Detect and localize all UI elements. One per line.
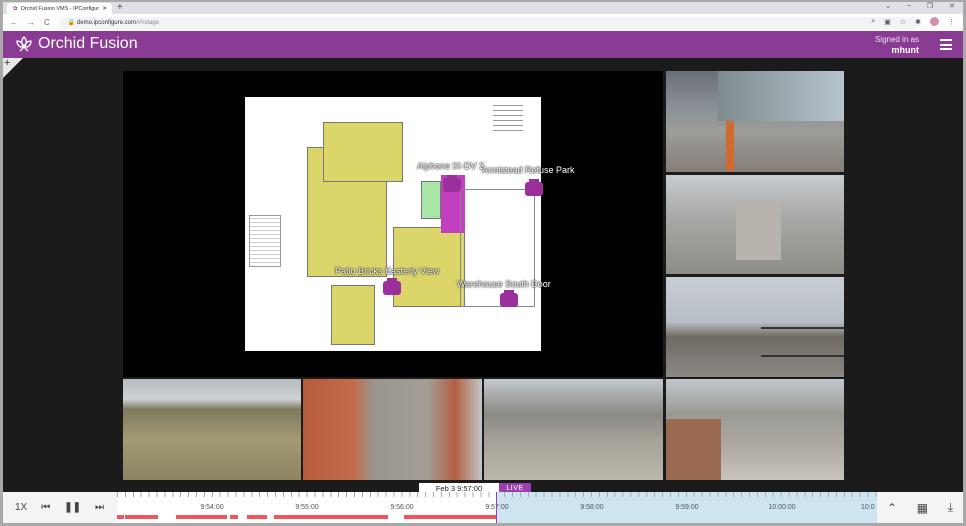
skip-back-icon[interactable]: ⏮ — [41, 502, 50, 513]
camera-feed-tile[interactable] — [666, 175, 844, 274]
recording-segment[interactable] — [230, 515, 238, 519]
speed-button[interactable]: 1X — [15, 502, 27, 513]
add-label: + — [4, 57, 11, 69]
camera-label[interactable]: Aiphone IX-DV 2 — [417, 161, 484, 171]
time-label: 9:54:00 — [200, 504, 224, 511]
skip-forward-icon[interactable]: ⏭ — [95, 502, 104, 513]
camera-feed-tile[interactable] — [303, 379, 482, 480]
new-tab-button[interactable]: + — [117, 2, 123, 13]
username: mhunt — [891, 45, 920, 55]
reload-icon[interactable]: C — [44, 18, 50, 27]
camera-feed-tile[interactable] — [666, 277, 844, 377]
camera-feed-tile[interactable] — [666, 71, 844, 172]
app-name: Orchid Fusion — [38, 35, 138, 52]
tick-marks — [117, 492, 877, 497]
hamburger-menu-icon[interactable] — [940, 39, 952, 53]
recording-segment[interactable] — [274, 515, 388, 519]
close-window-icon[interactable]: ✕ — [949, 2, 955, 10]
camera-label[interactable]: Patio Bricks Easterly View — [335, 266, 439, 276]
stage: + Aiphone IX-DV 2 Armistead Refuse Park … — [3, 57, 963, 492]
star-icon[interactable]: ☆ — [900, 18, 906, 26]
tab-search-icon[interactable]: ⌄ — [885, 2, 891, 10]
camera-feed-tile[interactable] — [484, 379, 663, 480]
time-label: 9:56:00 — [390, 504, 414, 511]
orchid-favicon-icon: ✿ — [13, 5, 18, 12]
tab-title: Orchid Fusion VMS - IPConfigur — [20, 5, 100, 12]
calendar-icon[interactable]: ▦ — [917, 501, 928, 515]
pause-icon[interactable]: ❚❚ — [64, 502, 81, 513]
time-label: 9:59:00 — [675, 504, 699, 511]
recording-segment[interactable] — [117, 515, 124, 519]
timeline: 1X ⏮ ❚❚ ⏭ 9:54:00 9:55:00 9:56:00 9:57:0… — [3, 492, 963, 523]
camera-marker-armistead[interactable] — [525, 179, 543, 196]
time-label: 9:58:00 — [580, 504, 604, 511]
signed-in-label: Signed in as — [874, 35, 919, 44]
camera-marker-patio[interactable] — [383, 278, 401, 295]
camera-marker-aiphone[interactable] — [443, 175, 461, 192]
close-tab-icon[interactable]: ✕ — [102, 6, 107, 12]
address-bar: ← → C 🔒 demo.ipconfigure.com/#!/stage ⌕ ▣ ☆ ✱… — [3, 14, 963, 31]
orchid-logo-icon — [16, 36, 32, 52]
minimize-icon[interactable]: – — [907, 2, 911, 10]
browser-window: ✿ Orchid Fusion VMS - IPConfigur ✕ + ⌄ – ❐… — [3, 2, 963, 523]
camera-marker-warehouse[interactable] — [500, 290, 518, 307]
url-input[interactable]: 🔒 demo.ipconfigure.com/#!/stage — [59, 16, 920, 29]
time-label: 10:0 — [861, 504, 875, 511]
camera-feed-tile[interactable] — [666, 379, 844, 480]
share-icon[interactable]: ▣ — [884, 18, 891, 26]
forward-icon[interactable]: → — [27, 18, 35, 27]
signed-in-info: Signed in as mhunt — [875, 35, 919, 55]
playhead[interactable] — [496, 492, 497, 523]
time-label: 9:57:00 — [485, 504, 509, 511]
browser-tab[interactable]: ✿ Orchid Fusion VMS - IPConfigur ✕ — [7, 3, 112, 14]
extensions-icon[interactable]: ✱ — [915, 18, 921, 26]
camera-label[interactable]: Warehouse South Door — [457, 279, 551, 289]
logo[interactable]: Orchid Fusion — [15, 35, 138, 53]
timeline-track[interactable]: 9:54:00 9:55:00 9:56:00 9:57:00 9:58:00 … — [117, 492, 877, 523]
add-panel-button[interactable]: + — [3, 57, 23, 78]
app-header: Orchid Fusion Signed in as mhunt — [3, 31, 963, 58]
restore-icon[interactable]: ❐ — [927, 2, 933, 10]
recording-segment[interactable] — [404, 515, 497, 519]
zoom-icon[interactable]: ⌕ — [871, 18, 875, 26]
download-icon[interactable]: ⤓ — [948, 500, 953, 515]
recording-segment[interactable] — [125, 515, 158, 519]
camera-feed-tile[interactable] — [123, 379, 301, 480]
time-label: 9:55:00 — [295, 504, 319, 511]
floor-plan[interactable] — [245, 97, 541, 351]
recording-segment[interactable] — [247, 515, 267, 519]
camera-label[interactable]: Armistead Refuse Park — [482, 165, 575, 175]
url-host: demo.ipconfigure.com — [76, 19, 136, 26]
menu-dots-icon[interactable]: ⋮ — [948, 18, 955, 26]
map-tile[interactable]: Aiphone IX-DV 2 Armistead Refuse Park Pa… — [123, 71, 663, 377]
time-label: 10:00:00 — [768, 504, 796, 511]
lock-icon: 🔒 — [67, 20, 77, 26]
chevron-up-icon[interactable]: ⌃ — [887, 501, 897, 515]
url-path: /#!/stage — [135, 19, 159, 26]
recording-segment[interactable] — [176, 515, 227, 519]
back-icon[interactable]: ← — [10, 18, 18, 27]
tab-bar: ✿ Orchid Fusion VMS - IPConfigur ✕ + ⌄ – ❐… — [3, 2, 963, 14]
profile-avatar[interactable] — [930, 17, 939, 26]
